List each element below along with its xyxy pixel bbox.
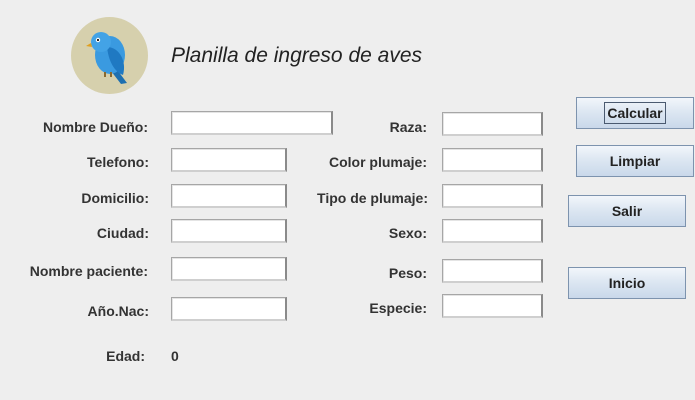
ciudad-input[interactable] bbox=[171, 219, 287, 243]
label-raza: Raza: bbox=[389, 119, 427, 135]
tipo-plumaje-input[interactable] bbox=[442, 184, 543, 208]
especie-input[interactable] bbox=[442, 294, 543, 318]
label-telefono: Telefono: bbox=[87, 154, 149, 170]
bird-logo-icon bbox=[71, 17, 148, 94]
domicilio-input[interactable] bbox=[171, 184, 287, 208]
peso-input[interactable] bbox=[442, 259, 543, 283]
calcular-button-label: Calcular bbox=[604, 102, 666, 124]
label-ciudad: Ciudad: bbox=[96, 225, 149, 241]
label-nombre-paciente: Nombre paciente: bbox=[29, 263, 148, 279]
color-plumaje-input[interactable] bbox=[442, 148, 543, 172]
inicio-button-label: Inicio bbox=[608, 275, 646, 291]
label-tipo-plumaje: Tipo de plumaje: bbox=[317, 190, 428, 206]
limpiar-button[interactable]: Limpiar bbox=[576, 145, 694, 177]
limpiar-button-label: Limpiar bbox=[609, 153, 661, 169]
label-edad: Edad: bbox=[106, 348, 145, 364]
ano-nac-input[interactable] bbox=[171, 297, 287, 321]
label-peso: Peso: bbox=[388, 265, 427, 281]
label-ano-nac: Año.Nac: bbox=[87, 303, 149, 319]
label-sexo: Sexo: bbox=[388, 225, 427, 241]
label-nombre-dueno: Nombre Dueño: bbox=[43, 119, 148, 135]
telefono-input[interactable] bbox=[171, 148, 287, 172]
salir-button[interactable]: Salir bbox=[568, 195, 686, 227]
label-especie: Especie: bbox=[369, 300, 427, 316]
salir-button-label: Salir bbox=[611, 203, 643, 219]
label-color-plumaje: Color plumaje: bbox=[328, 154, 427, 170]
window-title: Planilla de ingreso de aves bbox=[171, 44, 422, 67]
raza-input[interactable] bbox=[442, 112, 543, 136]
sexo-input[interactable] bbox=[442, 219, 543, 243]
label-domicilio: Domicilio: bbox=[81, 190, 149, 206]
calcular-button[interactable]: Calcular bbox=[576, 97, 694, 129]
nombre-paciente-input[interactable] bbox=[171, 257, 287, 281]
inicio-button[interactable]: Inicio bbox=[568, 267, 686, 299]
nombre-dueno-input[interactable] bbox=[171, 111, 333, 135]
edad-value: 0 bbox=[171, 348, 179, 364]
